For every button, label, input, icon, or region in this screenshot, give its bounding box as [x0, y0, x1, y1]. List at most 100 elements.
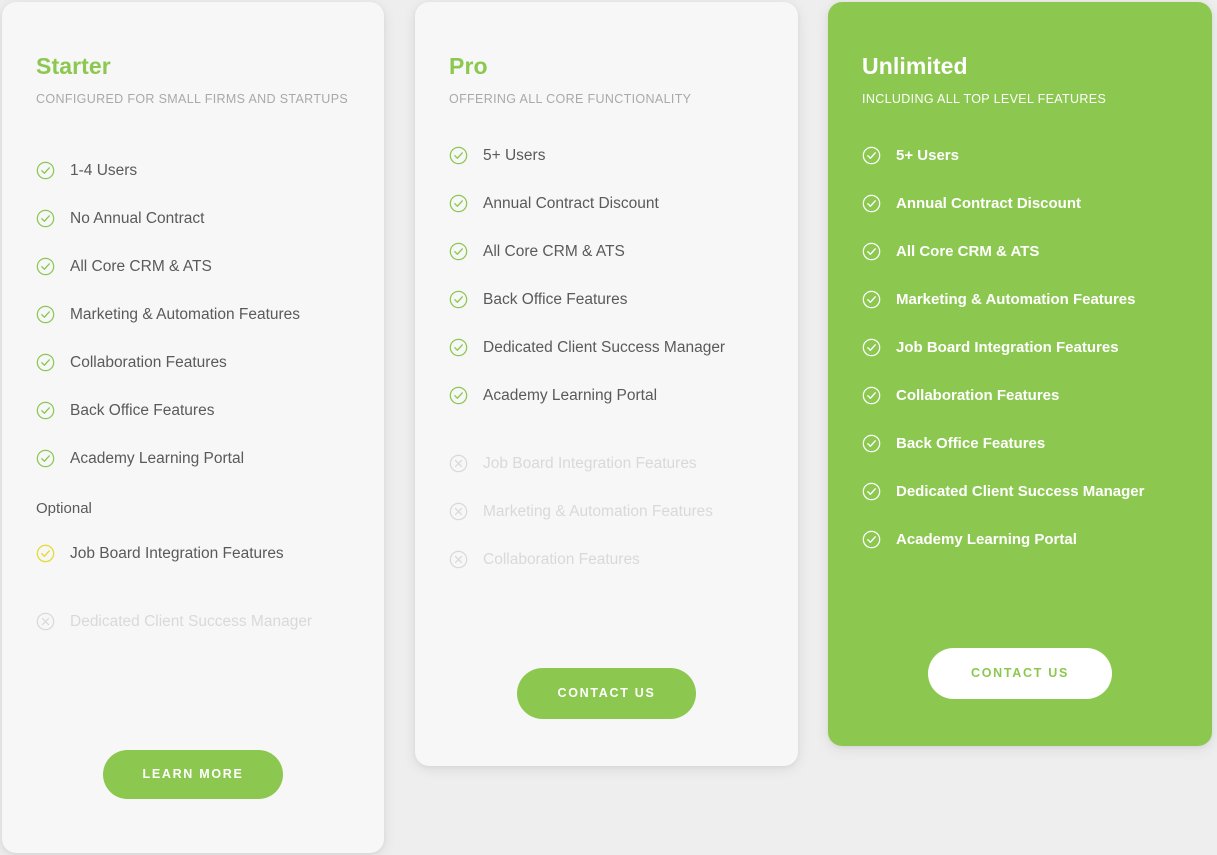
feature-label: Dedicated Client Success Manager	[896, 483, 1145, 500]
check-circle-icon	[449, 290, 468, 309]
check-circle-icon	[862, 386, 881, 405]
check-circle-icon	[862, 434, 881, 453]
feature-label: Back Office Features	[70, 401, 215, 419]
feature-item: No Annual Contract	[36, 195, 350, 243]
check-circle-icon	[36, 401, 55, 420]
plan-subtitle-starter: CONFIGURED FOR SMALL FIRMS AND STARTUPS	[36, 92, 349, 106]
plan-card-pro: Pro OFFERING ALL CORE FUNCTIONALITY 5+ U…	[415, 2, 798, 766]
check-circle-icon	[36, 161, 55, 180]
learn-more-button[interactable]: Learn More	[103, 750, 283, 799]
feature-label: All Core CRM & ATS	[70, 257, 212, 275]
feature-label: Marketing & Automation Features	[483, 502, 714, 520]
feature-list-starter: 1-4 Users No Annual Contract All Core CR…	[36, 106, 350, 483]
feature-list-pro: 5+ Users Annual Contract Discount All Co…	[449, 106, 764, 420]
feature-item: Back Office Features	[449, 276, 764, 324]
feature-item: All Core CRM & ATS	[449, 228, 764, 276]
check-circle-icon	[449, 146, 468, 165]
feature-label: Dedicated Client Success Manager	[483, 338, 726, 356]
feature-item: Collaboration Features	[36, 339, 350, 387]
feature-label: Collaboration Features	[896, 387, 1060, 404]
plan-title-starter: Starter	[36, 53, 111, 79]
feature-label: Job Board Integration Features	[896, 339, 1119, 356]
optional-section-heading: Optional	[36, 499, 92, 517]
check-circle-icon	[36, 305, 55, 324]
feature-label: Back Office Features	[896, 435, 1046, 452]
x-circle-icon	[449, 550, 468, 569]
feature-item: Job Board Integration Features	[862, 324, 1178, 372]
feature-item: Marketing & Automation Features	[862, 276, 1178, 324]
feature-label: 5+ Users	[483, 146, 546, 164]
plan-card-unlimited: Unlimited INCLUDING ALL TOP LEVEL FEATUR…	[828, 2, 1212, 746]
plan-title-pro: Pro	[449, 53, 488, 79]
excluded-feature-list-starter: Dedicated Client Success Manager	[36, 598, 350, 646]
feature-label: Collaboration Features	[483, 550, 640, 568]
feature-item: All Core CRM & ATS	[36, 243, 350, 291]
plan-subtitle-unlimited: INCLUDING ALL TOP LEVEL FEATURES	[862, 92, 1107, 106]
check-circle-icon	[36, 544, 55, 563]
check-circle-icon	[862, 482, 881, 501]
contact-us-button[interactable]: Contact Us	[927, 648, 1112, 699]
feature-item: Marketing & Automation Features	[36, 291, 350, 339]
cta-wrapper-pro: Contact Us	[415, 668, 798, 719]
feature-label: Marketing & Automation Features	[70, 305, 301, 323]
feature-label: 1-4 Users	[70, 161, 138, 179]
plan-card-starter: Starter CONFIGURED FOR SMALL FIRMS AND S…	[2, 2, 384, 853]
optional-feature-list-starter: Job Board Integration Features	[36, 530, 350, 578]
feature-list-unlimited: 5+ Users Annual Contract Discount All Co…	[862, 106, 1178, 564]
x-circle-icon	[449, 502, 468, 521]
feature-item: Job Board Integration Features	[36, 530, 350, 578]
feature-item: Dedicated Client Success Manager	[449, 324, 764, 372]
check-circle-icon	[862, 146, 881, 165]
feature-label: Job Board Integration Features	[483, 454, 697, 472]
feature-item: Annual Contract Discount	[449, 180, 764, 228]
feature-item: 1-4 Users	[36, 147, 350, 195]
check-circle-icon	[449, 338, 468, 357]
check-circle-icon	[36, 353, 55, 372]
feature-item: Back Office Features	[36, 387, 350, 435]
check-circle-icon	[862, 242, 881, 261]
check-circle-icon	[862, 338, 881, 357]
feature-item: All Core CRM & ATS	[862, 228, 1178, 276]
check-circle-icon	[449, 242, 468, 261]
feature-item: Dedicated Client Success Manager	[862, 468, 1178, 516]
contact-us-button[interactable]: Contact Us	[517, 668, 696, 719]
plan-subtitle-pro: OFFERING ALL CORE FUNCTIONALITY	[449, 92, 692, 106]
feature-item: Collaboration Features	[449, 536, 764, 584]
pricing-plans-grid: Starter CONFIGURED FOR SMALL FIRMS AND S…	[0, 0, 1217, 855]
cta-wrapper-unlimited: Contact Us	[828, 648, 1212, 699]
plan-title-unlimited: Unlimited	[862, 53, 968, 79]
check-circle-icon	[36, 209, 55, 228]
feature-item: Academy Learning Portal	[862, 516, 1178, 564]
feature-label: Dedicated Client Success Manager	[70, 612, 313, 630]
feature-item: Academy Learning Portal	[449, 372, 764, 420]
feature-label: Annual Contract Discount	[483, 194, 659, 212]
feature-item: Back Office Features	[862, 420, 1178, 468]
feature-item: Collaboration Features	[862, 372, 1178, 420]
check-circle-icon	[36, 257, 55, 276]
feature-label: Back Office Features	[483, 290, 628, 308]
feature-label: Job Board Integration Features	[70, 544, 284, 562]
check-circle-icon	[449, 194, 468, 213]
feature-label: Academy Learning Portal	[70, 449, 245, 467]
feature-label: All Core CRM & ATS	[896, 243, 1040, 260]
check-circle-icon	[449, 386, 468, 405]
feature-label: Academy Learning Portal	[483, 386, 658, 404]
feature-label: Marketing & Automation Features	[896, 291, 1136, 308]
feature-label: Collaboration Features	[70, 353, 227, 371]
x-circle-icon	[36, 612, 55, 631]
feature-item: Academy Learning Portal	[36, 435, 350, 483]
check-circle-icon	[862, 290, 881, 309]
check-circle-icon	[36, 449, 55, 468]
feature-label: Academy Learning Portal	[896, 531, 1077, 548]
check-circle-icon	[862, 194, 881, 213]
feature-item: Annual Contract Discount	[862, 180, 1178, 228]
feature-label: Annual Contract Discount	[896, 195, 1082, 212]
feature-item: 5+ Users	[449, 132, 764, 180]
check-circle-icon	[862, 530, 881, 549]
feature-item: Job Board Integration Features	[449, 440, 764, 488]
feature-label: 5+ Users	[896, 147, 959, 164]
feature-item: Dedicated Client Success Manager	[36, 598, 350, 646]
feature-item: 5+ Users	[862, 132, 1178, 180]
